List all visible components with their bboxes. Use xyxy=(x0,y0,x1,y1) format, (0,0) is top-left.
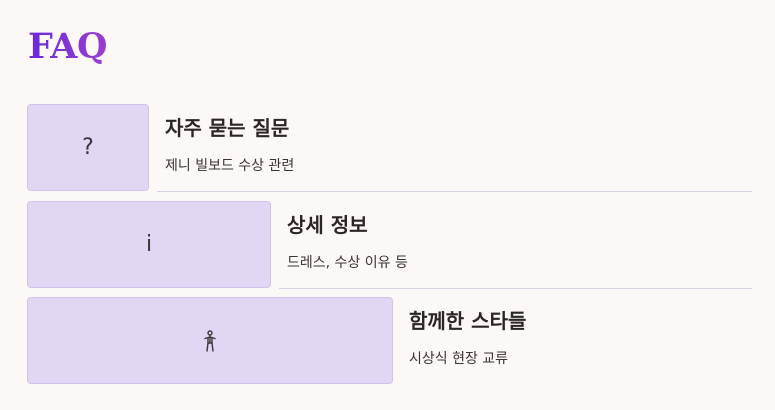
faq-page: FAQ ? 자주 묻는 질문 제니 빌보드 수상 관련 i 상세 정보 드레스,… xyxy=(0,0,775,410)
question-mark-icon: ? xyxy=(82,135,94,160)
person-icon xyxy=(203,329,217,352)
card-title: 함께한 스타들 xyxy=(409,309,527,333)
card-subtitle: 시상식 현장 교류 xyxy=(409,351,509,367)
card-subtitle: 드레스, 수상 이유 등 xyxy=(287,255,408,271)
page-title: FAQ xyxy=(28,24,107,70)
card-text: 함께한 스타들 시상식 현장 교류 xyxy=(401,297,752,385)
card-thumbnail[interactable] xyxy=(27,297,393,384)
info-icon: i xyxy=(145,232,153,257)
card-text: 상세 정보 드레스, 수상 이유 등 xyxy=(279,201,752,289)
card-title: 자주 묻는 질문 xyxy=(165,116,290,140)
card-thumbnail[interactable]: i xyxy=(27,201,271,288)
card-text: 자주 묻는 질문 제니 빌보드 수상 관련 xyxy=(157,104,752,192)
card-subtitle: 제니 빌보드 수상 관련 xyxy=(165,158,295,174)
card-thumbnail[interactable]: ? xyxy=(27,104,149,191)
card-title: 상세 정보 xyxy=(287,213,368,237)
